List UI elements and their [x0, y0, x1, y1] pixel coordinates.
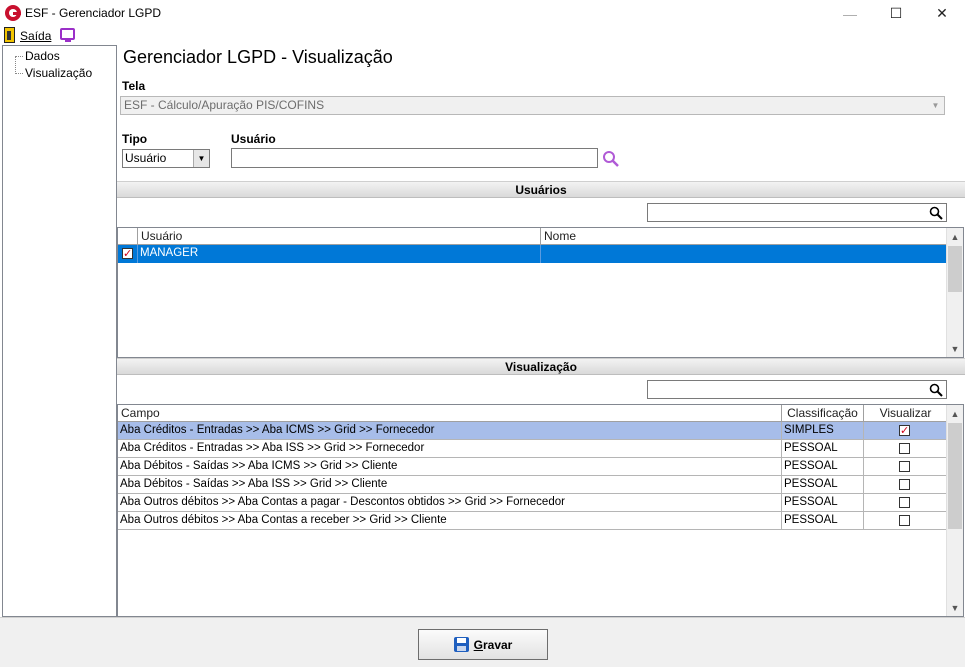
page-title: Gerenciador LGPD - Visualização [123, 47, 393, 67]
door-exit-icon[interactable] [4, 27, 15, 43]
visualizacao-grid: Campo Classificação Visualizar Aba Crédi… [117, 404, 964, 617]
tree-connector [15, 73, 23, 74]
tree-connector [15, 56, 23, 57]
row-select-cell [118, 245, 138, 263]
usuarios-scrollbar[interactable]: ▲ ▼ [946, 228, 963, 357]
table-row[interactable]: Aba Créditos - Entradas >> Aba ISS >> Gr… [118, 440, 947, 458]
cell-campo: Aba Débitos - Saídas >> Aba ISS >> Grid … [118, 476, 782, 494]
usuario-label: Usuário [231, 132, 276, 146]
column-header-classificacao[interactable]: Classificação [782, 405, 864, 422]
usuarios-grid: Usuário Nome MANAGER ▲ ▼ [117, 227, 964, 358]
table-row[interactable]: MANAGER [118, 245, 947, 263]
cell-campo: Aba Débitos - Saídas >> Aba ICMS >> Grid… [118, 458, 782, 476]
cell-visualizar [864, 422, 947, 440]
row-checkbox[interactable] [122, 246, 133, 263]
scrollbar-thumb[interactable] [948, 423, 962, 529]
gravar-button-label: Gravar [473, 637, 513, 652]
visualizar-checkbox[interactable] [899, 443, 910, 454]
column-header-campo[interactable]: Campo [118, 405, 782, 422]
visualizacao-section-header: Visualização [117, 358, 965, 375]
monitor-icon[interactable] [60, 28, 75, 42]
tipo-select-value: Usuário [125, 151, 167, 165]
menu-bar: Saída [0, 27, 965, 45]
menu-saida-label: Saída [20, 29, 52, 43]
visualizacao-filter-input[interactable] [647, 380, 947, 399]
menu-saida[interactable]: Saída [20, 29, 51, 43]
save-disk-icon [453, 637, 469, 652]
column-header-nome[interactable]: Nome [541, 228, 947, 245]
cell-campo: Aba Outros débitos >> Aba Contas a pagar… [118, 494, 782, 512]
table-row[interactable]: Aba Débitos - Saídas >> Aba ICMS >> Grid… [118, 458, 947, 476]
usuarios-section-header: Usuários [117, 181, 965, 198]
usuarios-filter-input[interactable] [647, 203, 947, 222]
cell-visualizar [864, 512, 947, 530]
column-header-visualizar[interactable]: Visualizar [864, 405, 947, 422]
cell-campo: Aba Outros débitos >> Aba Contas a receb… [118, 512, 782, 530]
maximize-button[interactable]: ☐ [873, 0, 919, 27]
visualizacao-grid-header: Campo Classificação Visualizar [118, 405, 947, 422]
table-row[interactable]: Aba Outros débitos >> Aba Contas a pagar… [118, 494, 947, 512]
close-button[interactable]: ✕ [919, 0, 965, 27]
title-bar: ESF - Gerenciador LGPD — ☐ ✕ [0, 0, 965, 27]
cell-classificacao: PESSOAL [782, 458, 864, 476]
cell-classificacao: SIMPLES [782, 422, 864, 440]
cell-campo: Aba Créditos - Entradas >> Aba ISS >> Gr… [118, 440, 782, 458]
main-panel: Gerenciador LGPD - Visualização Tela ESF… [117, 45, 965, 617]
visualizar-checkbox[interactable] [899, 515, 910, 526]
scroll-down-icon[interactable]: ▼ [947, 340, 963, 357]
scroll-down-icon[interactable]: ▼ [947, 599, 963, 616]
tree-connector [15, 56, 16, 74]
select-column-header [118, 228, 138, 245]
visualizar-checkbox[interactable] [899, 497, 910, 508]
search-icon[interactable] [929, 383, 943, 397]
scrollbar-thumb[interactable] [948, 246, 962, 292]
cell-classificacao: PESSOAL [782, 512, 864, 530]
visualizar-checkbox[interactable] [899, 423, 910, 440]
cell-classificacao: PESSOAL [782, 494, 864, 512]
tree-item-visualizacao[interactable]: Visualização [25, 66, 92, 80]
usuarios-grid-header: Usuário Nome [118, 228, 947, 245]
search-icon[interactable] [929, 206, 943, 220]
table-row[interactable]: Aba Débitos - Saídas >> Aba ISS >> Grid … [118, 476, 947, 494]
visualizar-checkbox[interactable] [899, 479, 910, 490]
minimize-button[interactable]: — [827, 0, 873, 27]
tela-label: Tela [122, 79, 146, 93]
visualizacao-scrollbar[interactable]: ▲ ▼ [946, 405, 963, 616]
visualizar-checkbox[interactable] [899, 461, 910, 472]
footer-bar: Gravar [0, 617, 965, 667]
cell-classificacao: PESSOAL [782, 476, 864, 494]
cell-nome [541, 245, 947, 263]
scroll-up-icon[interactable]: ▲ [947, 228, 963, 245]
cell-visualizar [864, 476, 947, 494]
tela-select-value: ESF - Cálculo/Apuração PIS/COFINS [124, 98, 325, 112]
cell-visualizar [864, 494, 947, 512]
cell-usuario: MANAGER [138, 245, 541, 263]
tipo-label: Tipo [122, 132, 148, 146]
cell-visualizar [864, 440, 947, 458]
gravar-button[interactable]: Gravar [418, 629, 548, 660]
cell-campo: Aba Créditos - Entradas >> Aba ICMS >> G… [118, 422, 782, 440]
navigation-tree: Dados Visualização [2, 45, 117, 617]
window-title: ESF - Gerenciador LGPD [25, 6, 162, 20]
tela-select[interactable]: ESF - Cálculo/Apuração PIS/COFINS ▼ [120, 96, 945, 115]
chevron-down-icon: ▼ [193, 150, 209, 167]
app-logo-icon [5, 5, 21, 21]
column-header-usuario[interactable]: Usuário [138, 228, 541, 245]
table-row[interactable]: Aba Outros débitos >> Aba Contas a receb… [118, 512, 947, 530]
table-row[interactable]: Aba Créditos - Entradas >> Aba ICMS >> G… [118, 422, 947, 440]
scroll-up-icon[interactable]: ▲ [947, 405, 963, 422]
cell-visualizar [864, 458, 947, 476]
cell-classificacao: PESSOAL [782, 440, 864, 458]
search-icon[interactable] [602, 150, 620, 168]
tree-item-dados[interactable]: Dados [25, 49, 60, 63]
usuario-input[interactable] [231, 148, 598, 168]
chevron-down-icon: ▼ [931, 101, 940, 110]
tipo-select[interactable]: Usuário ▼ [122, 149, 210, 168]
